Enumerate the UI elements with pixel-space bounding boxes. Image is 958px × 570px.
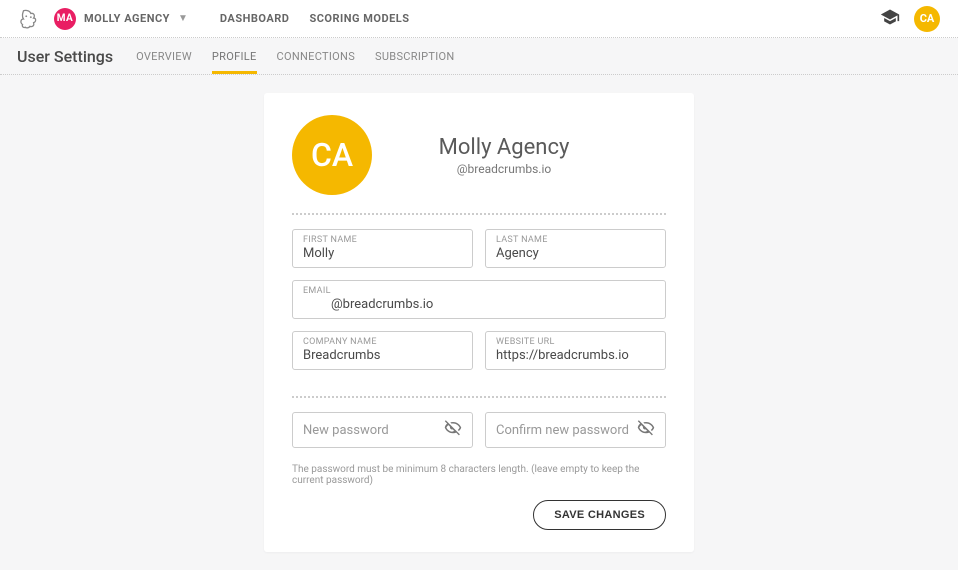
profile-card: CA Molly Agency @breadcrumbs.io FIRST NA… — [264, 93, 694, 552]
profile-display-name: Molly Agency — [439, 135, 570, 160]
tab-subscription[interactable]: SUBSCRIPTION — [375, 38, 455, 74]
password-helper-text: The password must be minimum 8 character… — [292, 464, 666, 486]
tab-overview[interactable]: OVERVIEW — [136, 38, 192, 74]
first-name-field[interactable]: FIRST NAME — [292, 229, 473, 268]
content-area: CA Molly Agency @breadcrumbs.io FIRST NA… — [0, 75, 958, 570]
page-title: User Settings — [17, 47, 113, 66]
first-name-label: FIRST NAME — [303, 235, 462, 245]
new-password-field[interactable] — [292, 412, 473, 448]
sub-bar: User Settings OVERVIEW PROFILE CONNECTIO… — [0, 38, 958, 75]
sub-tabs: OVERVIEW PROFILE CONNECTIONS SUBSCRIPTIO… — [136, 38, 454, 74]
account-name-label: MOLLY AGENCY — [84, 12, 170, 25]
top-nav: MA MOLLY AGENCY ▼ DASHBOARD SCORING MODE… — [0, 0, 958, 38]
company-name-field[interactable]: COMPANY NAME — [292, 331, 473, 370]
divider — [292, 213, 666, 215]
profile-header: CA Molly Agency @breadcrumbs.io — [292, 115, 666, 195]
company-row: COMPANY NAME WEBSITE URL — [292, 331, 666, 382]
eye-off-icon[interactable] — [637, 419, 655, 441]
name-row: FIRST NAME LAST NAME — [292, 229, 666, 280]
new-password-input[interactable] — [303, 423, 438, 438]
email-field[interactable]: EMAIL — [292, 280, 666, 319]
nav-links: DASHBOARD SCORING MODELS — [220, 12, 410, 25]
nav-link-dashboard[interactable]: DASHBOARD — [220, 12, 290, 25]
actions-row: SAVE CHANGES — [292, 500, 666, 530]
eye-off-icon[interactable] — [444, 419, 462, 441]
chevron-down-icon: ▼ — [178, 13, 188, 24]
graduation-cap-icon[interactable] — [880, 7, 900, 31]
user-avatar[interactable]: CA — [914, 6, 940, 32]
last-name-field[interactable]: LAST NAME — [485, 229, 666, 268]
password-row — [292, 412, 666, 460]
confirm-password-field[interactable] — [485, 412, 666, 448]
email-label: EMAIL — [303, 286, 655, 296]
last-name-label: LAST NAME — [496, 235, 655, 245]
profile-info: Molly Agency @breadcrumbs.io — [392, 135, 666, 176]
email-input[interactable] — [303, 297, 655, 312]
divider — [292, 396, 666, 398]
website-url-field[interactable]: WEBSITE URL — [485, 331, 666, 370]
last-name-input[interactable] — [496, 246, 655, 261]
nav-link-scoring-models[interactable]: SCORING MODELS — [309, 12, 409, 25]
tab-profile[interactable]: PROFILE — [212, 38, 257, 74]
account-selector[interactable]: MA MOLLY AGENCY ▼ — [54, 8, 188, 30]
confirm-password-input[interactable] — [496, 423, 631, 438]
save-changes-button[interactable]: SAVE CHANGES — [533, 500, 666, 530]
profile-handle: @breadcrumbs.io — [457, 162, 551, 176]
website-url-input[interactable] — [496, 348, 655, 363]
company-name-label: COMPANY NAME — [303, 337, 462, 347]
company-name-input[interactable] — [303, 348, 462, 363]
logo-icon[interactable] — [18, 8, 40, 30]
tab-connections[interactable]: CONNECTIONS — [277, 38, 355, 74]
first-name-input[interactable] — [303, 246, 462, 261]
account-badge: MA — [54, 8, 76, 30]
top-nav-right: CA — [880, 6, 940, 32]
profile-avatar: CA — [292, 115, 372, 195]
website-url-label: WEBSITE URL — [496, 337, 655, 347]
top-nav-left: MA MOLLY AGENCY ▼ DASHBOARD SCORING MODE… — [18, 8, 410, 30]
